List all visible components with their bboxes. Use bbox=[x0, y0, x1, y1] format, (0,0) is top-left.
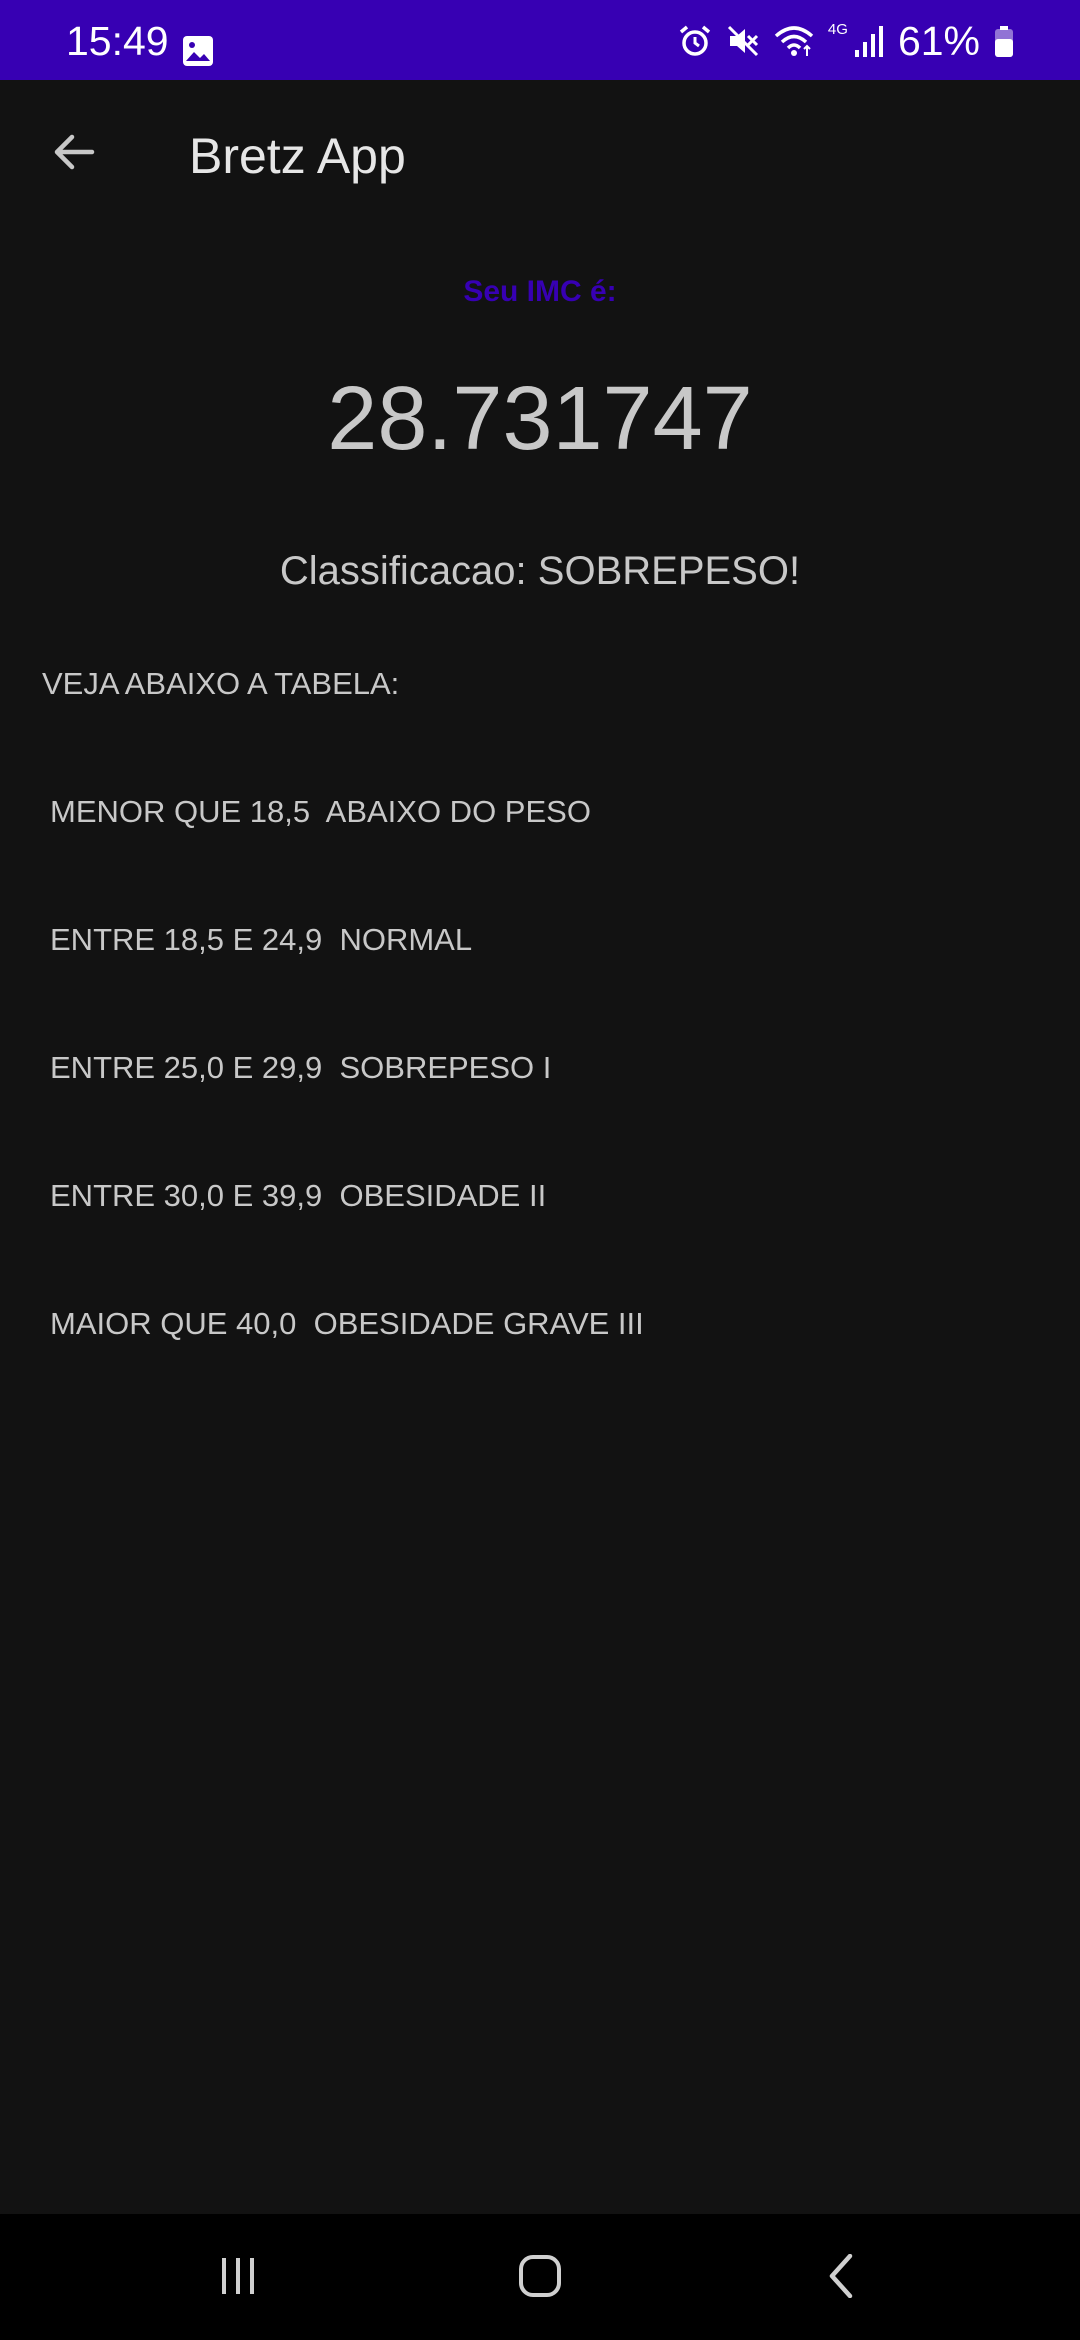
wifi-icon bbox=[774, 24, 814, 58]
bmi-table: MENOR QUE 18,5 ABAIXO DO PESO ENTRE 18,5… bbox=[50, 792, 644, 1432]
arrow-back-icon bbox=[50, 128, 98, 181]
home-button[interactable] bbox=[500, 2238, 580, 2318]
recent-apps-button[interactable] bbox=[198, 2238, 278, 2318]
alarm-icon bbox=[678, 24, 712, 58]
back-nav-button[interactable] bbox=[802, 2238, 882, 2318]
status-bar: 15:49 4G 61% bbox=[0, 0, 1080, 80]
table-row: MENOR QUE 18,5 ABAIXO DO PESO bbox=[50, 794, 591, 829]
recent-apps-icon bbox=[216, 2254, 260, 2303]
navigation-bar bbox=[0, 2214, 1080, 2340]
gallery-icon bbox=[182, 35, 214, 67]
table-row: ENTRE 30,0 E 39,9 OBESIDADE II bbox=[50, 1178, 547, 1213]
table-row: ENTRE 25,0 E 29,9 SOBREPESO I bbox=[50, 1050, 552, 1085]
network-type: 4G bbox=[827, 20, 848, 38]
back-button[interactable] bbox=[42, 122, 106, 186]
battery-percent: 61% bbox=[897, 18, 980, 64]
imc-label: Seu IMC é: bbox=[463, 275, 617, 308]
table-row: ENTRE 18,5 E 24,9 NORMAL bbox=[50, 922, 473, 957]
table-row: MAIOR QUE 40,0 OBESIDADE GRAVE III bbox=[50, 1306, 644, 1341]
table-heading: VEJA ABAIXO A TABELA: bbox=[42, 666, 400, 701]
mute-icon bbox=[726, 24, 760, 58]
status-icons: 4G 61% bbox=[678, 18, 1014, 64]
battery-icon bbox=[994, 24, 1014, 58]
signal-icon bbox=[854, 24, 884, 58]
app-title: Bretz App bbox=[189, 128, 406, 184]
screen: 15:49 4G 61% Bretz App Seu IMC é: 28.731… bbox=[0, 0, 1080, 2340]
classification-text: Classificacao: SOBREPESO! bbox=[279, 549, 801, 593]
imc-value: 28.731747 bbox=[327, 369, 753, 469]
home-icon bbox=[518, 2254, 562, 2303]
back-nav-icon bbox=[820, 2253, 864, 2303]
app-bar: Bretz App bbox=[0, 80, 1080, 232]
status-time: 15:49 bbox=[66, 18, 169, 64]
